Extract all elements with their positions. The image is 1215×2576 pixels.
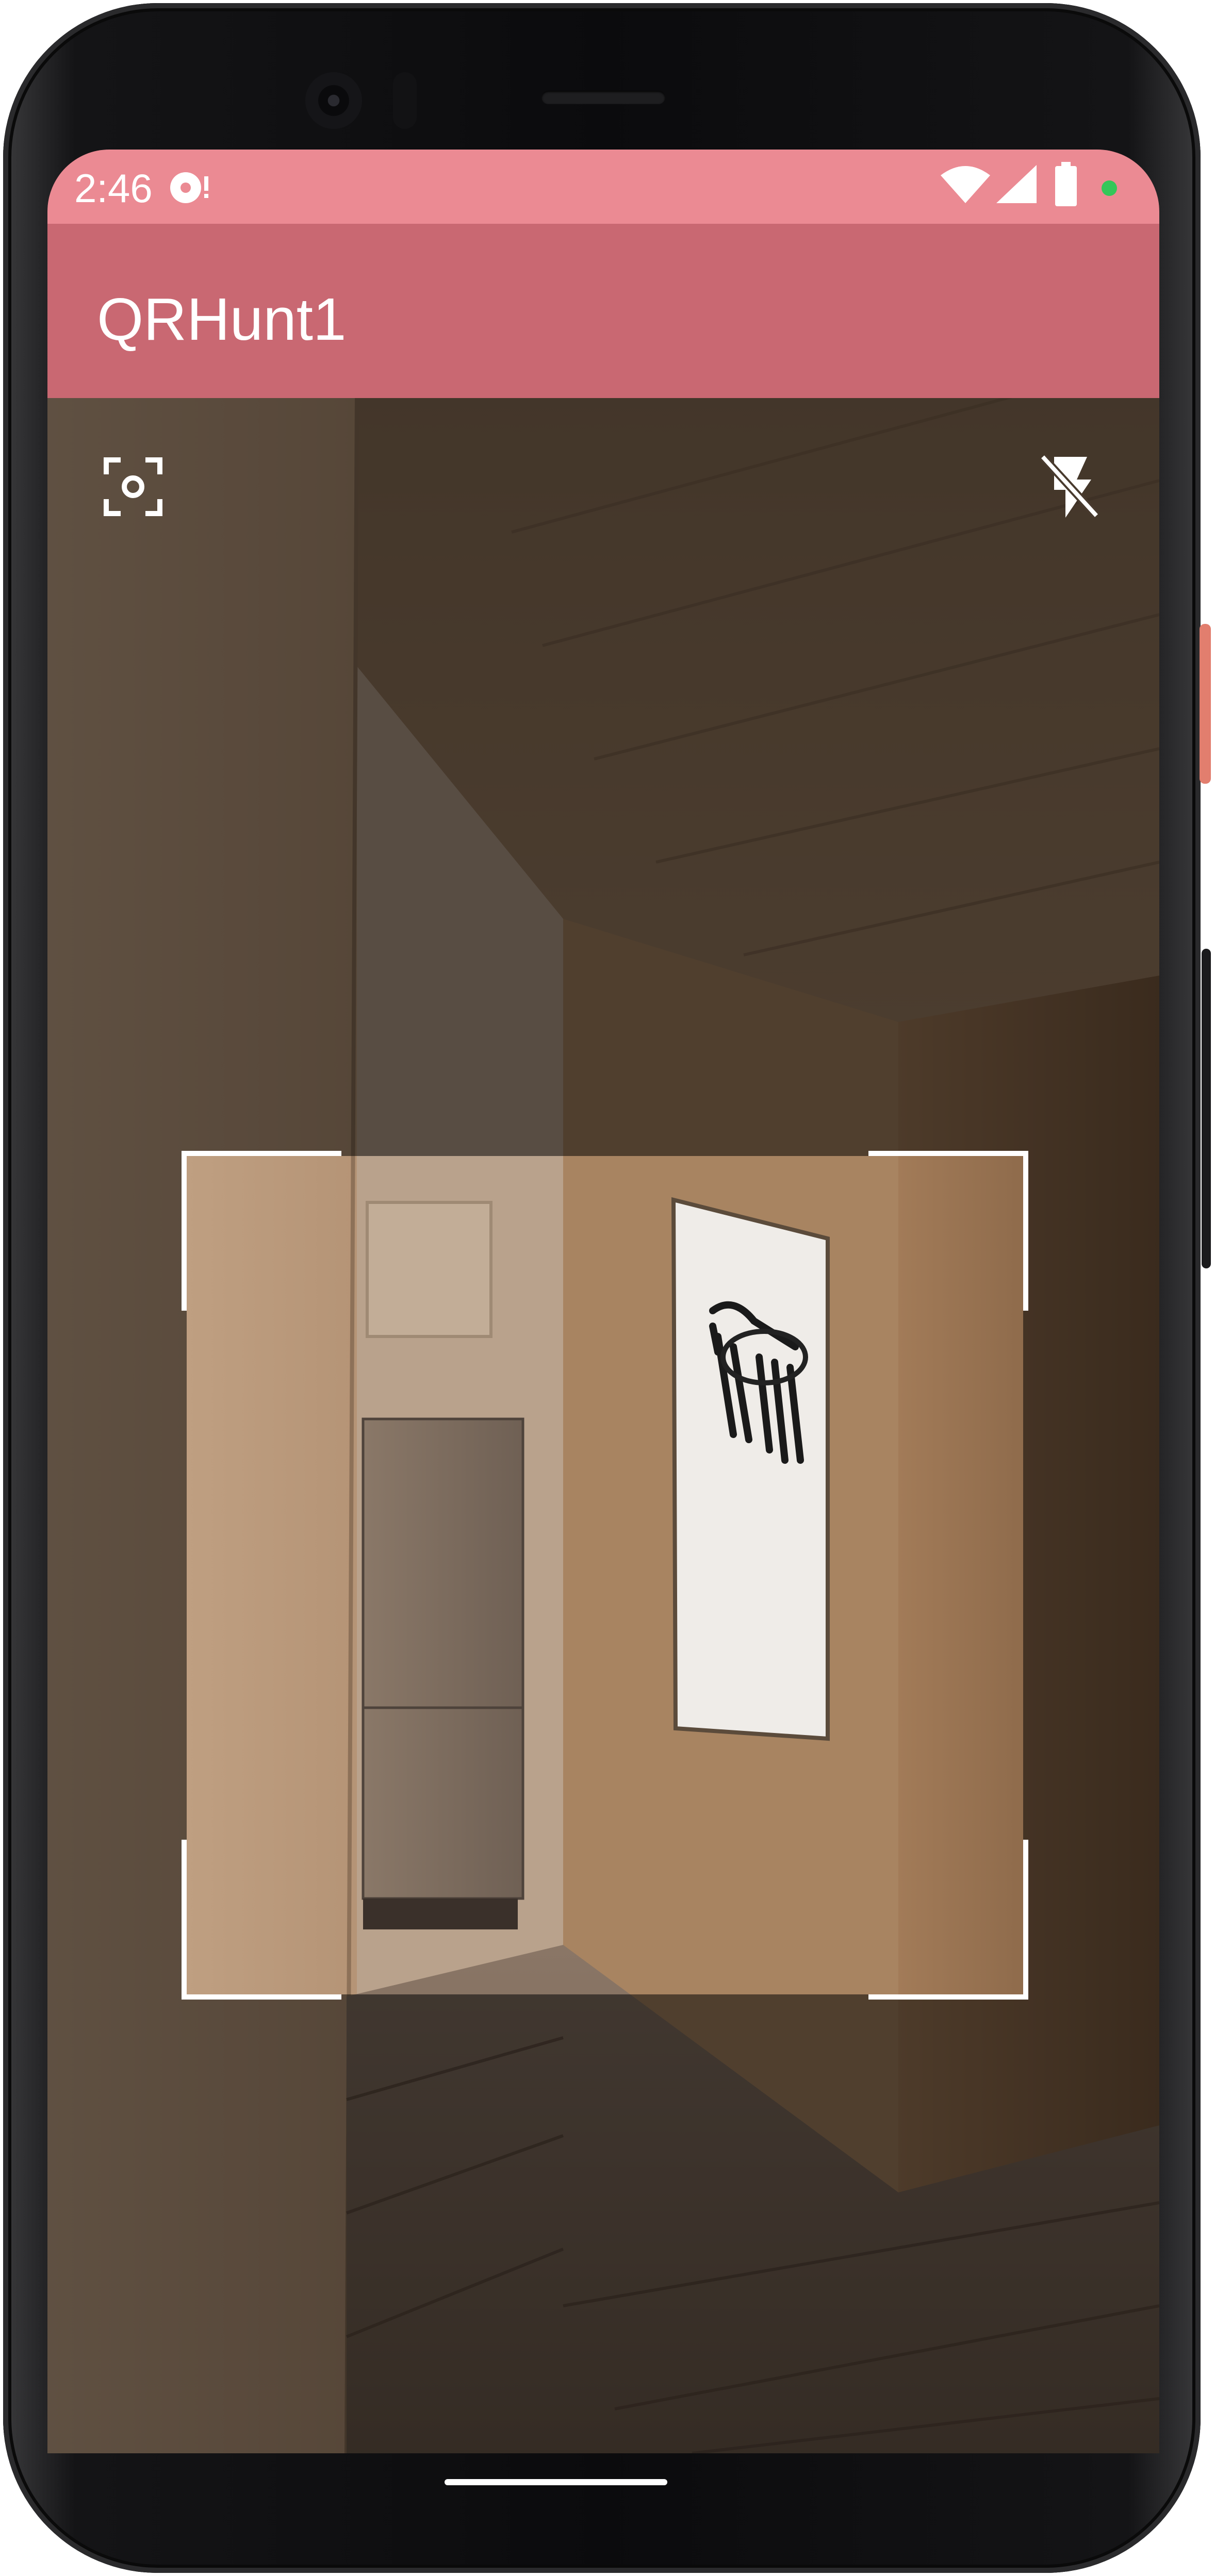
scan-overlay-left	[47, 1156, 187, 1994]
wifi-icon	[941, 166, 990, 203]
scan-overlay-bottom	[47, 1994, 1159, 2453]
flash-off-icon[interactable]	[1039, 453, 1101, 520]
volume-button	[1202, 949, 1211, 1268]
focus-camera-icon[interactable]	[102, 456, 164, 518]
scan-corner-top-right	[868, 1151, 1028, 1311]
scan-overlay-top	[47, 398, 1159, 1156]
privacy-dot-icon	[1102, 180, 1117, 196]
notification-badge-icon	[170, 172, 208, 203]
app-bar: QRHunt1	[47, 224, 1159, 398]
earpiece-speaker	[541, 91, 665, 104]
camera-preview[interactable]	[47, 398, 1159, 2453]
power-button	[1200, 624, 1211, 784]
scan-overlay-right	[1023, 1156, 1159, 1994]
proximity-sensor	[393, 72, 417, 129]
scan-corner-bottom-left	[182, 1840, 341, 2000]
scan-corner-top-left	[182, 1151, 341, 1311]
app-title: QRHunt1	[97, 286, 347, 353]
scan-frame	[182, 1151, 1028, 2000]
battery-icon	[1055, 162, 1077, 206]
screen: 2:46 QRHunt1	[47, 150, 1159, 2453]
home-gesture-bar[interactable]	[445, 2479, 667, 2485]
scan-corner-bottom-right	[868, 1840, 1028, 2000]
front-camera	[305, 72, 362, 129]
status-time: 2:46	[74, 166, 153, 211]
signal-icon	[996, 165, 1037, 203]
status-bar: 2:46	[47, 150, 1159, 224]
